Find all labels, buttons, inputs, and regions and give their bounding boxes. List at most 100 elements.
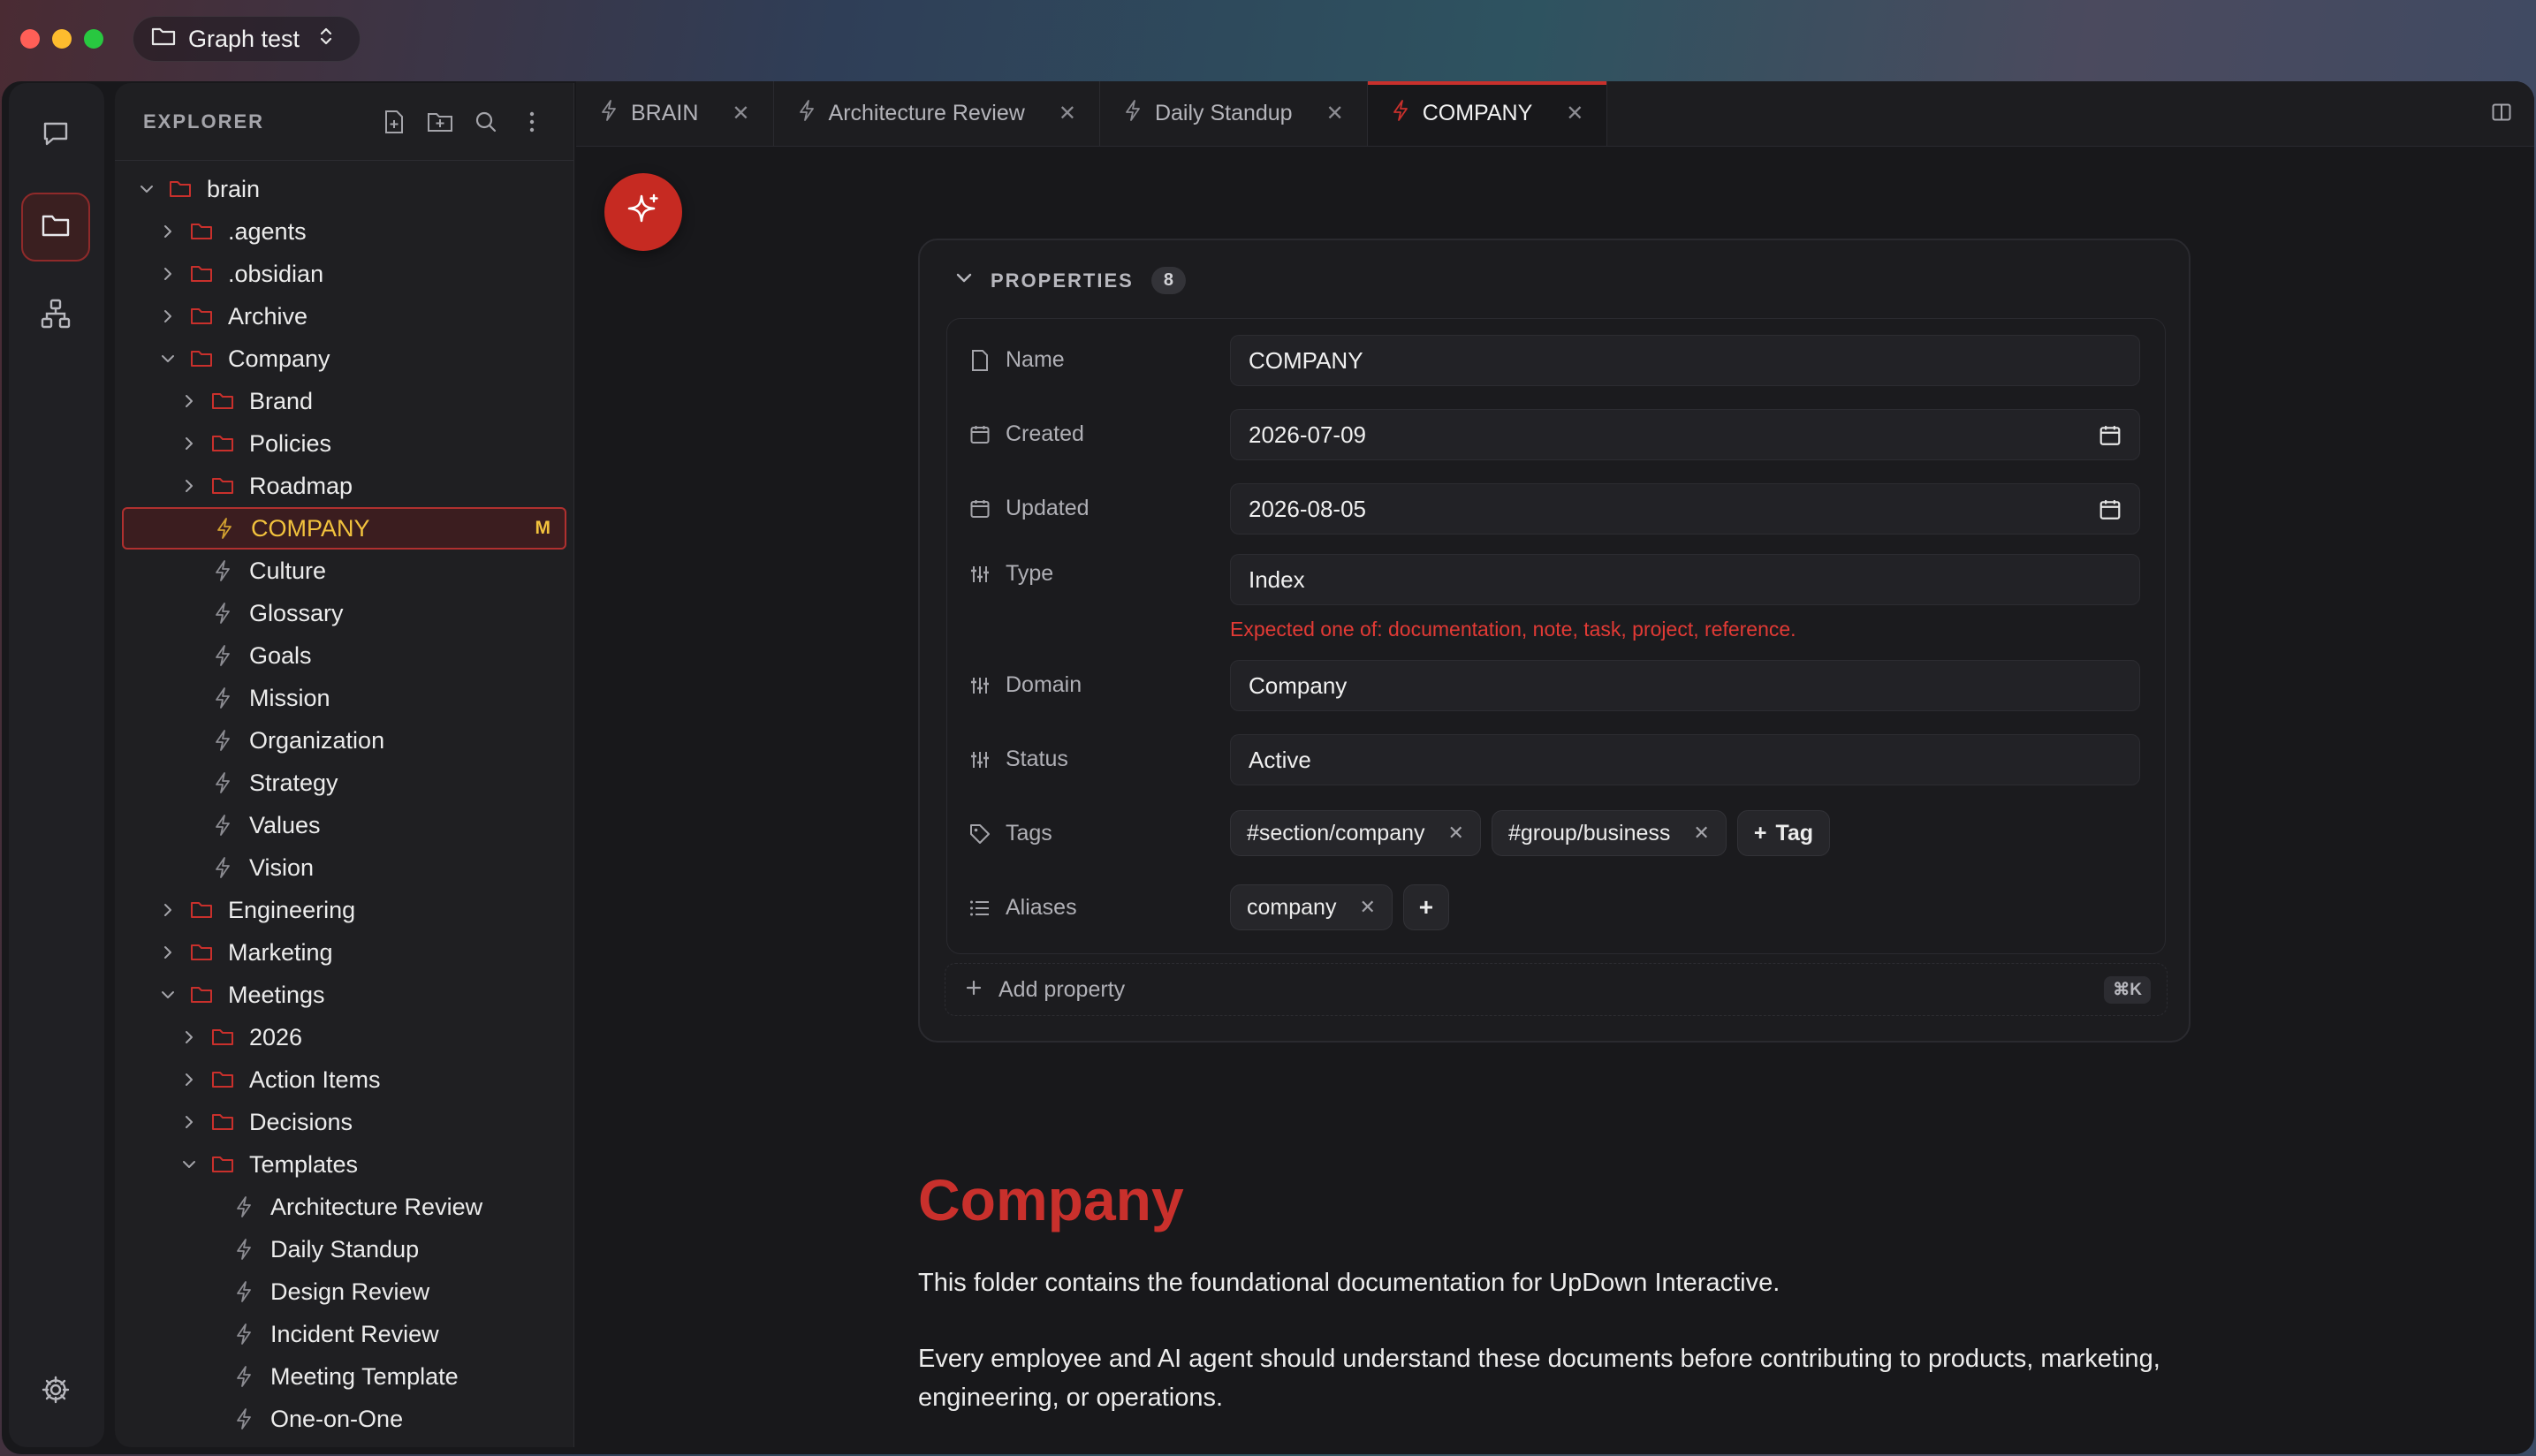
chevron-down-icon[interactable] xyxy=(157,984,178,1005)
close-tab-icon[interactable]: ✕ xyxy=(1566,101,1583,126)
calendar-icon[interactable] xyxy=(2099,424,2122,447)
folder-icon xyxy=(189,346,214,371)
chevron-right-icon[interactable] xyxy=(178,391,200,412)
type-field[interactable]: Index xyxy=(1230,554,2140,605)
chat-button[interactable] xyxy=(21,101,90,170)
graph-view-button[interactable] xyxy=(21,281,90,350)
file-item[interactable]: Meeting Template xyxy=(115,1355,573,1398)
note-icon xyxy=(599,99,619,128)
folder-item[interactable]: Company xyxy=(115,337,573,380)
property-key: Aliases xyxy=(968,895,1077,921)
chevron-right-icon[interactable] xyxy=(178,1069,200,1090)
folder-item[interactable]: Meetings xyxy=(115,974,573,1016)
file-item[interactable]: Vision xyxy=(115,846,573,889)
note-icon xyxy=(232,1237,256,1262)
file-item[interactable]: Goals xyxy=(115,634,573,677)
name-field[interactable]: COMPANY xyxy=(1230,335,2140,386)
chevron-right-icon[interactable] xyxy=(178,1111,200,1133)
chevron-right-icon[interactable] xyxy=(157,899,178,921)
file-item[interactable]: Daily Standup xyxy=(115,1228,573,1270)
file-item[interactable]: Organization xyxy=(115,719,573,762)
chevron-right-icon[interactable] xyxy=(157,221,178,242)
close-tab-icon[interactable]: ✕ xyxy=(732,101,749,126)
folder-item[interactable]: .obsidian xyxy=(115,253,573,295)
remove-alias-icon[interactable]: ✕ xyxy=(1359,896,1375,919)
folder-item[interactable]: Templates xyxy=(115,1143,573,1186)
note-icon xyxy=(1391,99,1410,128)
file-item[interactable]: Mission xyxy=(115,677,573,719)
note-icon xyxy=(797,99,816,128)
properties-header[interactable]: PROPERTIES 8 xyxy=(955,267,1186,294)
chevron-right-icon[interactable] xyxy=(157,306,178,327)
file-item[interactable]: Incident Review xyxy=(115,1313,573,1355)
properties-panel: PROPERTIES 8 Name COMPANY Created 2026-0… xyxy=(918,239,2191,1043)
folder-item[interactable]: Archive xyxy=(115,295,573,337)
alias-chip[interactable]: company ✕ xyxy=(1230,884,1393,930)
add-property-button[interactable]: Add property ⌘K xyxy=(945,963,2168,1016)
add-alias-button[interactable]: + xyxy=(1402,884,1449,930)
search-icon[interactable] xyxy=(473,109,499,135)
file-item[interactable]: Design Review xyxy=(115,1270,573,1313)
note-icon xyxy=(210,686,235,710)
folder-item[interactable]: Action Items xyxy=(115,1058,573,1101)
file-item[interactable]: COMPANY M xyxy=(122,507,566,550)
created-date-field[interactable]: 2026-07-09 xyxy=(1230,409,2140,460)
app-window: EXPLORER brain .agents .obsidian Archive Com… xyxy=(2,81,2534,1454)
domain-field[interactable]: Company xyxy=(1230,660,2140,711)
file-item[interactable]: Glossary xyxy=(115,592,573,634)
tag-chip[interactable]: #section/company ✕ xyxy=(1230,810,1481,856)
folder-item[interactable]: Decisions xyxy=(115,1101,573,1143)
folder-item[interactable]: Roadmap xyxy=(115,465,573,507)
chevron-right-icon[interactable] xyxy=(178,1027,200,1048)
split-view-button[interactable] xyxy=(2488,101,2515,127)
more-icon[interactable] xyxy=(519,109,545,135)
zoom-window-button[interactable] xyxy=(84,29,103,49)
file-item[interactable]: Values xyxy=(115,804,573,846)
chevron-right-icon[interactable] xyxy=(178,433,200,454)
status-field[interactable]: Active xyxy=(1230,734,2140,785)
folder-item[interactable]: Brand xyxy=(115,380,573,422)
new-file-icon[interactable] xyxy=(381,109,407,135)
remove-tag-icon[interactable]: ✕ xyxy=(1448,822,1464,845)
file-item[interactable]: Culture xyxy=(115,550,573,592)
tag-chip[interactable]: #group/business ✕ xyxy=(1491,810,1727,856)
folder-item[interactable]: .agents xyxy=(115,210,573,253)
editor-tab[interactable]: BRAIN ✕ xyxy=(576,81,774,146)
folder-icon xyxy=(189,898,214,922)
chevron-down-icon[interactable] xyxy=(136,178,157,200)
updated-date-field[interactable]: 2026-08-05 xyxy=(1230,483,2140,535)
folder-item[interactable]: Engineering xyxy=(115,889,573,931)
minimize-window-button[interactable] xyxy=(52,29,72,49)
title-bar: Graph test xyxy=(0,0,2536,81)
add-tag-button[interactable]: + Tag xyxy=(1736,810,1831,856)
folder-item[interactable]: Policies xyxy=(115,422,573,465)
folder-item[interactable]: brain xyxy=(115,168,573,210)
editor-tab[interactable]: COMPANY ✕ xyxy=(1367,81,1608,146)
vault-switcher[interactable]: Graph test xyxy=(133,16,361,62)
close-window-button[interactable] xyxy=(20,29,40,49)
file-item[interactable]: Architecture Review xyxy=(115,1186,573,1228)
editor-tab[interactable]: Architecture Review ✕ xyxy=(774,81,1100,146)
note-icon xyxy=(210,601,235,626)
chevron-right-icon[interactable] xyxy=(157,942,178,963)
ai-assistant-button[interactable] xyxy=(604,173,682,251)
folder-icon xyxy=(210,474,235,498)
remove-tag-icon[interactable]: ✕ xyxy=(1693,822,1709,845)
chevron-down-icon[interactable] xyxy=(157,348,178,369)
close-tab-icon[interactable]: ✕ xyxy=(1059,101,1076,126)
explorer-button[interactable] xyxy=(21,193,90,262)
new-folder-icon[interactable] xyxy=(427,109,453,135)
chevron-down-icon[interactable] xyxy=(178,1154,200,1175)
file-item[interactable]: Strategy xyxy=(115,762,573,804)
settings-button[interactable] xyxy=(21,1357,90,1426)
file-item[interactable]: One-on-One xyxy=(115,1398,573,1440)
close-tab-icon[interactable]: ✕ xyxy=(1326,101,1344,126)
folder-item[interactable]: 2026 xyxy=(115,1016,573,1058)
calendar-icon[interactable] xyxy=(2099,498,2122,521)
editor-tab[interactable]: Daily Standup ✕ xyxy=(1100,81,1368,146)
chevron-right-icon[interactable] xyxy=(157,263,178,284)
chevron-right-icon[interactable] xyxy=(178,475,200,497)
folder-item[interactable]: Marketing xyxy=(115,931,573,974)
